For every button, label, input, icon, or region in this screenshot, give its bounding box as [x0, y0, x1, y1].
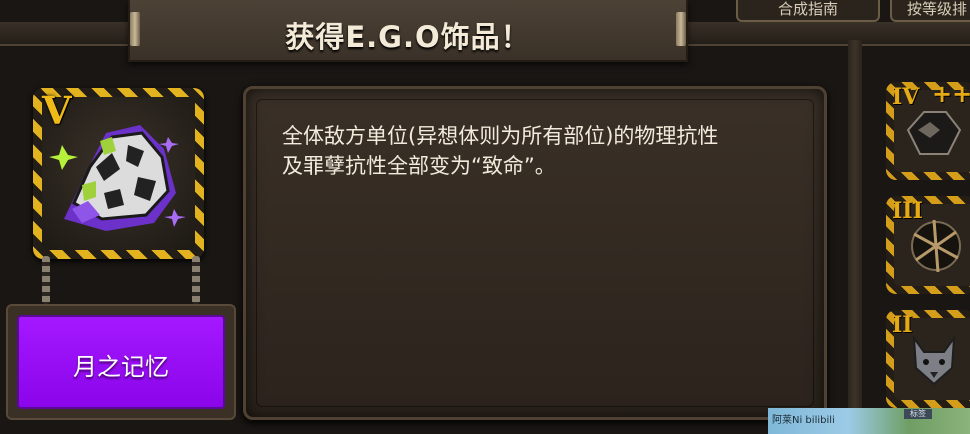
thumbnail-text: 阿莱Ni bilibili [772, 415, 835, 426]
thumbnail-tag: 标签 [904, 409, 932, 419]
synthesis-guide-label: 合成指南 [777, 0, 838, 18]
sort-by-rank-button[interactable]: 按等级排 [890, 0, 970, 22]
sort-by-rank-label: 按等级排 [906, 0, 967, 18]
description-line-1: 全体敌方单位(异想体则为所有部位)的物理抗性 [282, 124, 719, 148]
chain-right [192, 256, 200, 304]
ego-card-rank: II [892, 312, 913, 338]
chain-left [42, 256, 50, 304]
ego-card-plus: ++ [932, 80, 970, 108]
ego-card-rank: III [892, 198, 923, 224]
title-banner: 获得E.G.O饰品！ [128, 0, 688, 62]
item-name: 月之记忆 [73, 353, 169, 381]
item-name-frame: 月之记忆 [6, 304, 236, 420]
item-description-panel: 全体敌方单位(异想体则为所有部位)的物理抗性 及罪孽抗性全部变为“致命”。 [243, 86, 827, 420]
description-line-2: 及罪孽抗性全部变为“致命”。 [282, 154, 556, 178]
video-thumbnail[interactable]: 阿莱Ni bilibili 标签 [768, 408, 970, 434]
synthesis-guide-button[interactable]: 合成指南 [736, 0, 880, 22]
ego-card-rank-iii[interactable]: III [886, 196, 970, 294]
item-description: 全体敌方单位(异想体则为所有部位)的物理抗性 及罪孽抗性全部变为“致命”。 [282, 121, 802, 181]
page-title: 获得E.G.O饰品！ [285, 20, 531, 54]
ego-card-rank: IV [892, 84, 920, 110]
item-name-button[interactable]: 月之记忆 [17, 315, 225, 409]
item-rank: V [42, 88, 72, 133]
right-frame-rail [848, 40, 862, 434]
ego-card-rank-iv[interactable]: IV ++ [886, 80, 970, 180]
ego-card-rank-ii[interactable]: II [886, 310, 970, 408]
